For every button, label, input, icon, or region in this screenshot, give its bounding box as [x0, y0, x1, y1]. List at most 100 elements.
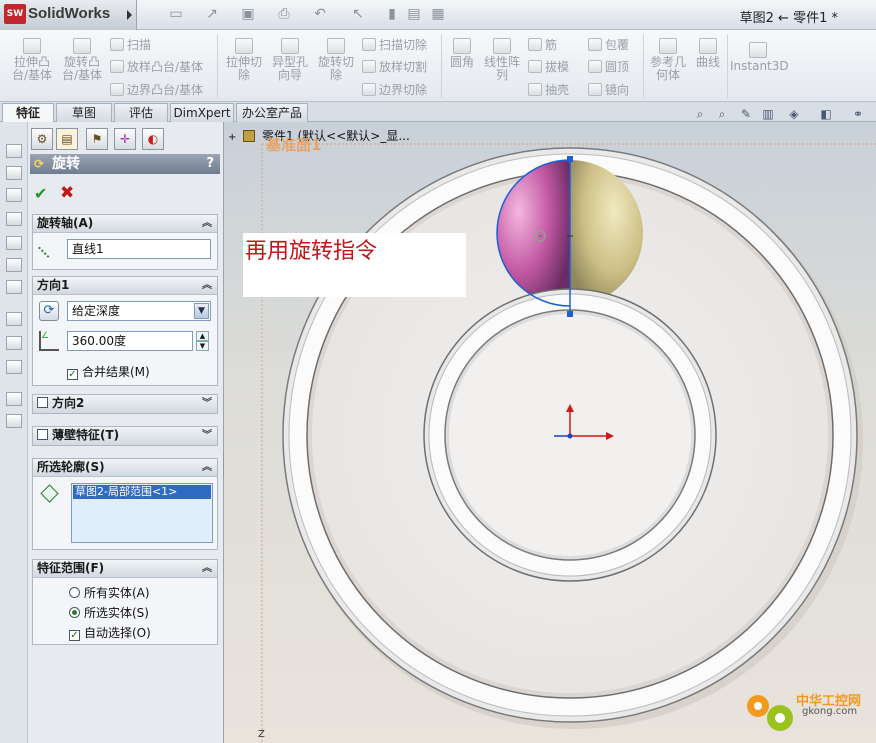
- zoom-area-icon[interactable]: ⌕: [714, 107, 730, 121]
- expand-chevron-icon[interactable]: ︾: [202, 395, 212, 412]
- linear-pattern-button[interactable]: 线性阵 列: [482, 38, 522, 82]
- save-icon[interactable]: ▣: [240, 6, 256, 22]
- hole-wizard-button[interactable]: 异型孔 向导: [268, 38, 312, 82]
- boss-icon[interactable]: [6, 188, 22, 202]
- sketch-icon[interactable]: [6, 336, 22, 350]
- dimxpert-manager-tab-icon[interactable]: ✛: [114, 128, 136, 150]
- boss-icon[interactable]: [6, 166, 22, 180]
- collapse-chevron-icon[interactable]: ︽: [202, 277, 212, 294]
- direction2-checkbox[interactable]: [37, 397, 48, 408]
- boss-icon[interactable]: [6, 212, 22, 226]
- boundary-cut-button[interactable]: 边界切除: [362, 81, 427, 98]
- sweep-button[interactable]: 扫描: [110, 36, 151, 53]
- cancel-button[interactable]: ✖: [60, 183, 74, 203]
- tab-sketch[interactable]: 草图: [56, 103, 112, 122]
- merge-result-option[interactable]: ✓ 合并结果(M): [67, 363, 150, 380]
- property-manager-tab-icon[interactable]: ▤: [56, 128, 78, 150]
- spinner-up-icon[interactable]: ▲: [196, 331, 209, 341]
- sketch-icon[interactable]: [6, 312, 22, 326]
- expand-chevron-icon[interactable]: ︾: [202, 427, 212, 444]
- group-header[interactable]: 方向1 ︽: [33, 277, 217, 295]
- layer-icon[interactable]: [6, 392, 22, 406]
- display-manager-tab-icon[interactable]: ◐: [142, 128, 164, 150]
- tab-office-products[interactable]: 办公室产品: [236, 103, 308, 122]
- expand-icon[interactable]: +: [228, 132, 236, 143]
- revolve-boss-button[interactable]: 旋转凸 台/基体: [58, 38, 106, 82]
- tab-features[interactable]: 特征: [2, 103, 54, 123]
- dome-button[interactable]: 圆顶: [588, 58, 629, 75]
- boundary-boss-button[interactable]: 边界凸台/基体: [110, 81, 203, 98]
- mirror-button[interactable]: 镜向: [588, 81, 629, 98]
- view-orientation-icon[interactable]: ◈: [786, 107, 802, 121]
- swept-cut-button[interactable]: 扫描切除: [362, 36, 427, 53]
- feature-manager-tab-icon[interactable]: ⚙: [31, 128, 53, 150]
- merge-result-checkbox[interactable]: ✓: [67, 369, 78, 380]
- tab-dimxpert[interactable]: DimXpert: [170, 103, 234, 122]
- axis-selection-field[interactable]: 直线1: [67, 239, 211, 259]
- origin-point[interactable]: [567, 433, 573, 439]
- zoom-to-fit-icon[interactable]: ⌕: [692, 107, 708, 121]
- model-view[interactable]: [224, 122, 876, 743]
- sketch-icon[interactable]: [6, 360, 22, 374]
- sketch-endpoint[interactable]: [567, 156, 573, 162]
- configuration-manager-tab-icon[interactable]: ⚑: [86, 128, 108, 150]
- undo-icon[interactable]: ↶: [312, 6, 328, 22]
- boss-icon[interactable]: [6, 236, 22, 250]
- all-bodies-option[interactable]: 所有实体(A): [69, 584, 150, 601]
- reverse-direction-icon[interactable]: ⟳: [39, 301, 59, 321]
- previous-view-icon[interactable]: ✎: [738, 107, 754, 121]
- ok-button[interactable]: ✔: [34, 184, 47, 203]
- file-properties-icon[interactable]: ▤: [406, 6, 422, 22]
- options-icon[interactable]: ▦: [430, 6, 446, 22]
- wrap-button[interactable]: 包覆: [588, 36, 629, 53]
- contour-list[interactable]: 草图2-局部范围<1>: [71, 483, 213, 543]
- group-header[interactable]: 特征范围(F) ︽: [33, 560, 217, 578]
- boss-icon[interactable]: [6, 258, 22, 272]
- group-header[interactable]: 旋转轴(A) ︽: [33, 215, 217, 233]
- list-item[interactable]: 草图2-局部范围<1>: [73, 485, 211, 499]
- thin-feature-checkbox[interactable]: [37, 429, 48, 440]
- lofted-cut-button[interactable]: 放样切割: [362, 58, 427, 75]
- open-document-icon[interactable]: ↗: [204, 6, 220, 22]
- rib-button[interactable]: 筋: [528, 36, 557, 53]
- help-button[interactable]: ?: [206, 154, 214, 174]
- rebuild-icon[interactable]: ▮: [384, 6, 400, 22]
- draft-button[interactable]: 拔模: [528, 58, 569, 75]
- print-icon[interactable]: ⎙: [276, 6, 292, 22]
- boss-icon[interactable]: [6, 144, 22, 158]
- sketch-endpoint[interactable]: [567, 311, 573, 317]
- chevron-down-icon[interactable]: ▼: [194, 303, 209, 319]
- hide-show-items-icon[interactable]: ⚭: [850, 107, 866, 121]
- all-bodies-radio[interactable]: [69, 587, 80, 598]
- angle-input[interactable]: 360.00度: [67, 331, 193, 351]
- fillet-button[interactable]: 圆角: [446, 38, 478, 69]
- graphics-area[interactable]: + 零件1 (默认<<默认>_显... 基准面1 再用旋转指令: [224, 122, 876, 743]
- reference-geometry-button[interactable]: 参考几 何体: [648, 38, 688, 82]
- tab-evaluate[interactable]: 评估: [114, 103, 168, 122]
- direction2-group[interactable]: 方向2 ︾: [32, 394, 218, 414]
- select-icon[interactable]: ↖: [350, 6, 366, 22]
- selected-bodies-radio[interactable]: [69, 607, 80, 618]
- extrude-cut-button[interactable]: 拉伸切 除: [222, 38, 266, 82]
- selected-bodies-option[interactable]: 所选实体(S): [69, 604, 149, 621]
- loft-boss-button[interactable]: 放样凸台/基体: [110, 58, 203, 75]
- section-view-icon[interactable]: ▥: [760, 107, 776, 121]
- extrude-boss-button[interactable]: 拉伸凸 台/基体: [8, 38, 56, 82]
- boss-icon[interactable]: [6, 280, 22, 294]
- group-header[interactable]: 薄壁特征(T) ︾: [33, 427, 217, 445]
- curves-button[interactable]: 曲线: [692, 38, 724, 69]
- group-header[interactable]: 方向2 ︾: [33, 395, 217, 413]
- collapse-chevron-icon[interactable]: ︽: [202, 459, 212, 476]
- collapse-chevron-icon[interactable]: ︽: [202, 560, 212, 577]
- group-header[interactable]: 所选轮廓(S) ︽: [33, 459, 217, 477]
- spinner-down-icon[interactable]: ▼: [196, 341, 209, 351]
- auto-select-checkbox[interactable]: ✓: [69, 630, 80, 641]
- new-document-icon[interactable]: ▭: [168, 6, 184, 22]
- collapse-chevron-icon[interactable]: ︽: [202, 215, 212, 232]
- display-style-icon[interactable]: ◧: [818, 107, 834, 121]
- solidworks-menu-button[interactable]: SW SolidWorks: [0, 0, 137, 30]
- revolve-cut-button[interactable]: 旋转切 除: [314, 38, 358, 82]
- auto-select-option[interactable]: ✓ 自动选择(O): [69, 624, 151, 641]
- thin-feature-group[interactable]: 薄壁特征(T) ︾: [32, 426, 218, 446]
- end-condition-select[interactable]: 给定深度: [67, 301, 211, 321]
